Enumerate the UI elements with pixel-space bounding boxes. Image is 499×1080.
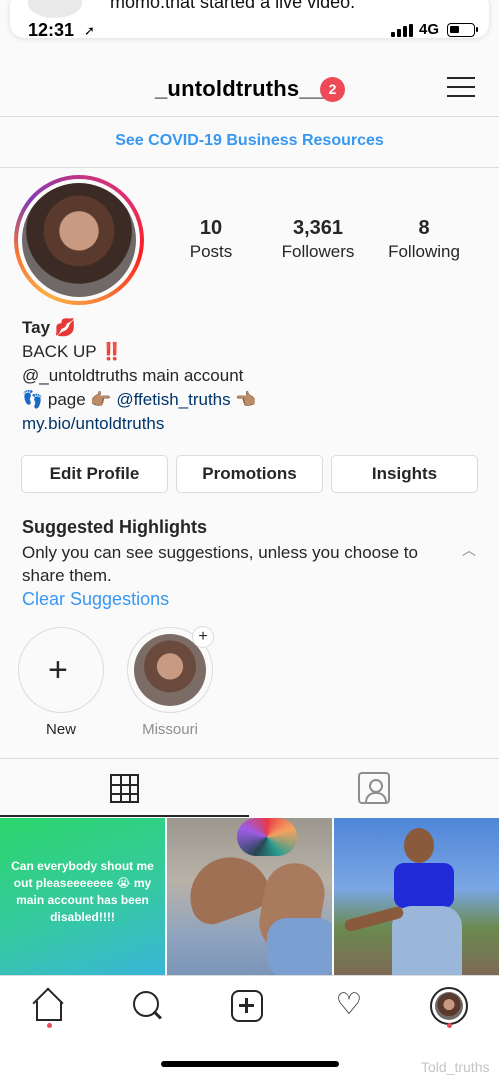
status-bar: 12:31 ➚ 4G: [0, 20, 499, 44]
highlight-missouri[interactable]: + Missouri: [127, 626, 214, 738]
tab-grid[interactable]: [0, 759, 249, 817]
followers-label: Followers: [281, 242, 355, 261]
network-type: 4G: [419, 21, 440, 38]
watermark-text: Told_truths: [421, 1059, 490, 1075]
menu-icon[interactable]: [447, 75, 475, 99]
search-icon[interactable]: [130, 988, 166, 1024]
bio-line-3-suffix: 👈🏽: [235, 390, 257, 409]
home-indicator: [161, 1061, 339, 1067]
followers-stat[interactable]: 3,361 Followers: [274, 217, 362, 262]
username-title[interactable]: _untoldtruths__: [155, 76, 324, 102]
following-label: Following: [388, 242, 460, 261]
posts-stat[interactable]: 10 Posts: [180, 217, 242, 262]
bio-line-3-prefix: 👣 page 👉🏽: [22, 390, 112, 409]
edit-profile-button[interactable]: Edit Profile: [21, 455, 168, 493]
avatar-photo: [22, 183, 136, 297]
suggested-highlights-text: Only you can see suggestions, unless you…: [22, 543, 418, 585]
covid-resources-link[interactable]: See COVID-19 Business Resources: [0, 117, 499, 168]
home-activity-dot: [47, 1023, 52, 1028]
notification-avatar: [28, 0, 82, 18]
add-highlight-icon[interactable]: +: [192, 626, 214, 648]
profile-avatar[interactable]: [14, 175, 144, 305]
kiss-emoji: 💋: [54, 318, 76, 337]
chevron-up-icon[interactable]: ︿: [462, 540, 476, 560]
clear-suggestions-link[interactable]: Clear Suggestions: [22, 589, 169, 610]
post-thumbnail[interactable]: Can everybody shout me out pleaseeeeeee …: [0, 818, 165, 975]
profile-activity-dot: [447, 1023, 452, 1028]
highlight-new-label: New: [45, 721, 76, 738]
promotions-button[interactable]: Promotions: [176, 455, 323, 493]
notification-badge: 2: [320, 77, 345, 102]
following-count: 8: [418, 217, 430, 239]
double-exclamation-icon: ‼️: [101, 342, 123, 361]
profile-tabs: [0, 758, 499, 817]
bio-line-2: @_untoldtruths main account: [22, 366, 244, 385]
status-time: 12:31: [28, 20, 75, 40]
suggested-highlights-title: Suggested Highlights: [22, 517, 208, 537]
home-icon[interactable]: [31, 988, 67, 1024]
insights-button[interactable]: Insights: [331, 455, 478, 493]
location-arrow-icon: ➚: [84, 23, 95, 38]
bio-website-link[interactable]: my.bio/untoldtruths: [22, 412, 482, 436]
activity-heart-icon[interactable]: ♡: [331, 988, 367, 1024]
post-thumbnail[interactable]: [334, 818, 499, 975]
highlight-new[interactable]: + New: [18, 627, 104, 738]
profile-name: Tay: [22, 318, 51, 337]
posts-label: Posts: [189, 242, 233, 261]
tagged-icon: [358, 772, 390, 804]
signal-icon: [391, 24, 413, 37]
grid-icon: [110, 774, 139, 803]
following-stat[interactable]: 8 Following: [380, 217, 468, 262]
new-post-icon[interactable]: [231, 990, 263, 1022]
notification-text: momo.that started a live video.: [110, 0, 356, 12]
bio-line-1: BACK UP: [22, 342, 97, 361]
profile-tab-avatar-icon[interactable]: [430, 987, 468, 1025]
post-caption-text: Can everybody shout me out pleaseeeeeee …: [11, 859, 154, 924]
posts-count: 10: [199, 217, 223, 239]
profile-header: _untoldtruths__ 2: [0, 62, 499, 117]
post-thumbnail[interactable]: [167, 818, 332, 975]
profile-bio: Tay 💋 BACK UP ‼️ @_untoldtruths main acc…: [22, 316, 482, 436]
bio-mention-link[interactable]: @ffetish_truths: [116, 390, 230, 409]
battery-icon: [447, 23, 478, 37]
tab-tagged[interactable]: [250, 759, 499, 817]
highlight-missouri-label: Missouri: [142, 721, 198, 738]
followers-count: 3,361: [292, 217, 344, 239]
plus-icon: +: [48, 651, 68, 689]
